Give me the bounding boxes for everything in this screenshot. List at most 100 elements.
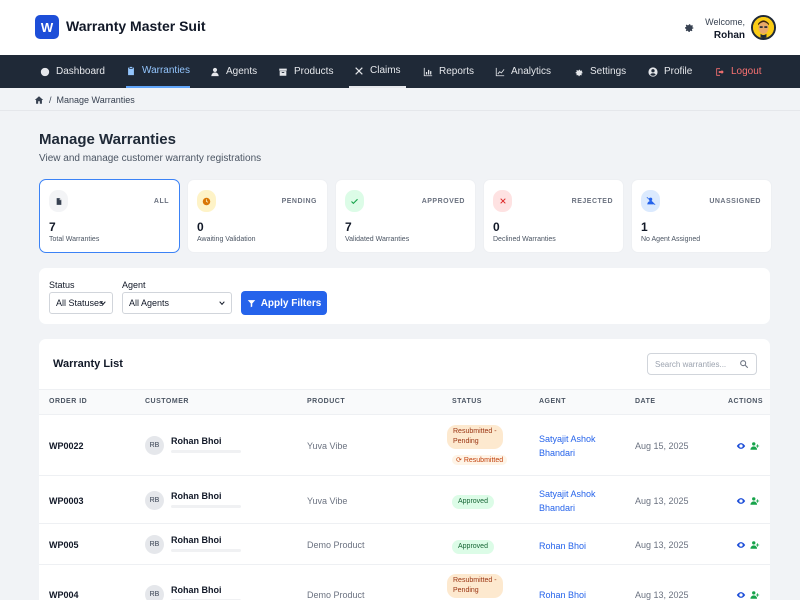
customer-name: Rohan Bhoi bbox=[171, 491, 222, 501]
col-order-id[interactable]: ORDER ID bbox=[49, 398, 87, 405]
customer-initials: RB bbox=[145, 491, 164, 510]
customer-email-redacted bbox=[171, 505, 241, 508]
assign-agent-icon[interactable] bbox=[750, 540, 760, 550]
order-id: WP0003 bbox=[49, 496, 84, 506]
stat-card-pending[interactable]: PENDING 0 Awaiting Validation bbox=[187, 179, 328, 253]
search-input[interactable]: Search warranties... bbox=[647, 353, 757, 375]
nav-label: Claims bbox=[370, 65, 401, 76]
avatar-face-icon bbox=[753, 17, 774, 38]
nav-claims[interactable]: Claims bbox=[349, 55, 406, 88]
nav-label: Logout bbox=[731, 66, 762, 77]
stat-value: 0 bbox=[493, 220, 500, 234]
nav-analytics[interactable]: Analytics bbox=[495, 55, 551, 88]
eye-icon[interactable] bbox=[736, 496, 746, 506]
stat-desc: No Agent Assigned bbox=[641, 236, 701, 243]
col-date[interactable]: DATE bbox=[635, 398, 656, 405]
customer-email-redacted bbox=[171, 549, 241, 552]
warranty-list-panel: Warranty List Search warranties... ORDER… bbox=[39, 339, 770, 600]
stat-desc: Declined Warranties bbox=[493, 236, 556, 243]
divider bbox=[0, 110, 800, 111]
nav-agents[interactable]: Agents bbox=[210, 55, 257, 88]
document-icon bbox=[49, 190, 68, 212]
tools-icon bbox=[355, 66, 363, 75]
user-name: Rohan bbox=[713, 30, 745, 41]
col-customer[interactable]: CUSTOMER bbox=[145, 398, 189, 405]
clipboard-icon bbox=[128, 66, 134, 75]
nav-products[interactable]: Products bbox=[278, 55, 333, 88]
table-header: ORDER ID CUSTOMER PRODUCT STATUS AGENT D… bbox=[39, 389, 770, 415]
stat-label: REJECTED bbox=[571, 198, 613, 205]
agent-link[interactable]: Satyajit Ashok Bhandari bbox=[539, 432, 596, 460]
product-name: Demo Product bbox=[307, 590, 365, 600]
agent-link[interactable]: Satyajit Ashok Bhandari bbox=[539, 487, 596, 515]
line-chart-icon bbox=[495, 67, 505, 76]
agent-name-line: Satyajit Ashok bbox=[539, 489, 596, 499]
stat-desc: Total Warranties bbox=[49, 236, 100, 243]
home-icon[interactable] bbox=[34, 95, 44, 105]
agent-select-value: All Agents bbox=[129, 298, 170, 308]
stat-value: 7 bbox=[345, 220, 352, 234]
nav-reports[interactable]: Reports bbox=[423, 55, 474, 88]
top-header: W Warranty Master Suit Welcome, Rohan bbox=[0, 0, 800, 55]
date: Aug 15, 2025 bbox=[635, 441, 689, 451]
x-icon bbox=[493, 190, 512, 212]
stat-card-approved[interactable]: APPROVED 7 Validated Warranties bbox=[335, 179, 476, 253]
table-row[interactable]: WP005 RB Rohan Bhoi Demo Product Approve… bbox=[39, 524, 770, 565]
avatar[interactable] bbox=[751, 15, 776, 40]
welcome-label: Welcome, bbox=[705, 17, 745, 27]
stat-label: PENDING bbox=[281, 198, 317, 205]
eye-icon[interactable] bbox=[736, 540, 746, 550]
nav-logout[interactable]: Logout bbox=[715, 55, 762, 88]
chevron-down-icon bbox=[100, 301, 106, 306]
box-icon bbox=[279, 68, 287, 76]
table-row[interactable]: WP0003 RB Rohan Bhoi Yuva Vibe Approved … bbox=[39, 476, 770, 524]
agent-select[interactable]: All Agents bbox=[122, 292, 232, 314]
profile-circle-icon bbox=[648, 66, 658, 77]
apply-filters-button[interactable]: Apply Filters bbox=[241, 291, 327, 315]
stat-card-unassigned[interactable]: UNASSIGNED 1 No Agent Assigned bbox=[631, 179, 772, 253]
assign-agent-icon[interactable] bbox=[750, 590, 760, 600]
nav-settings[interactable]: Settings bbox=[574, 55, 626, 88]
stat-card-all[interactable]: ALL 7 Total Warranties bbox=[39, 179, 180, 253]
gear-icon[interactable] bbox=[683, 21, 695, 33]
col-product[interactable]: PRODUCT bbox=[307, 398, 345, 405]
nav-label: Reports bbox=[439, 66, 475, 77]
nav-label: Analytics bbox=[511, 66, 552, 77]
status-select[interactable]: All Statuses bbox=[49, 292, 113, 314]
bar-chart-icon bbox=[423, 67, 433, 76]
stat-card-rejected[interactable]: REJECTED 0 Declined Warranties bbox=[483, 179, 624, 253]
eye-icon[interactable] bbox=[736, 590, 746, 600]
table-row[interactable]: WP004 RB Rohan Bhoi Demo Product Resubmi… bbox=[39, 565, 770, 600]
status-badge: Approved bbox=[452, 495, 494, 509]
welcome-text: Welcome, Rohan bbox=[700, 16, 745, 42]
dashboard-icon bbox=[40, 67, 50, 76]
nav-dashboard[interactable]: Dashboard bbox=[40, 55, 105, 88]
col-agent[interactable]: AGENT bbox=[539, 398, 566, 405]
search-placeholder: Search warranties... bbox=[655, 359, 727, 369]
clock-icon bbox=[197, 190, 216, 212]
assign-agent-icon[interactable] bbox=[750, 496, 760, 506]
agent-link[interactable]: Rohan Bhoi bbox=[539, 588, 586, 600]
stat-label: APPROVED bbox=[421, 198, 465, 205]
app-title: Warranty Master Suit bbox=[66, 18, 206, 34]
table-row[interactable]: WP0022 RB Rohan Bhoi Yuva Vibe Resubmitt… bbox=[39, 416, 770, 476]
customer-initials: RB bbox=[145, 436, 164, 455]
warranty-list-title: Warranty List bbox=[53, 358, 123, 370]
eye-icon[interactable] bbox=[736, 441, 746, 451]
search-icon[interactable] bbox=[739, 359, 749, 369]
page-subtitle: View and manage customer warranty regist… bbox=[39, 153, 262, 164]
status-line: Pending bbox=[453, 587, 479, 594]
nav-profile[interactable]: Profile bbox=[648, 55, 692, 88]
date: Aug 13, 2025 bbox=[635, 590, 689, 600]
order-id: WP0022 bbox=[49, 441, 84, 451]
stat-label: ALL bbox=[153, 198, 169, 205]
resubmitted-tag: ⟳ Resubmitted bbox=[452, 455, 508, 465]
app-logo[interactable]: W bbox=[35, 15, 59, 39]
check-icon bbox=[345, 190, 364, 212]
filters-panel: Status All Statuses Agent All Agents App… bbox=[39, 268, 770, 324]
col-status[interactable]: STATUS bbox=[452, 398, 482, 405]
assign-agent-icon[interactable] bbox=[750, 441, 760, 451]
agent-link[interactable]: Rohan Bhoi bbox=[539, 539, 586, 553]
chevron-down-icon bbox=[219, 301, 225, 306]
nav-warranties[interactable]: Warranties bbox=[126, 55, 190, 88]
